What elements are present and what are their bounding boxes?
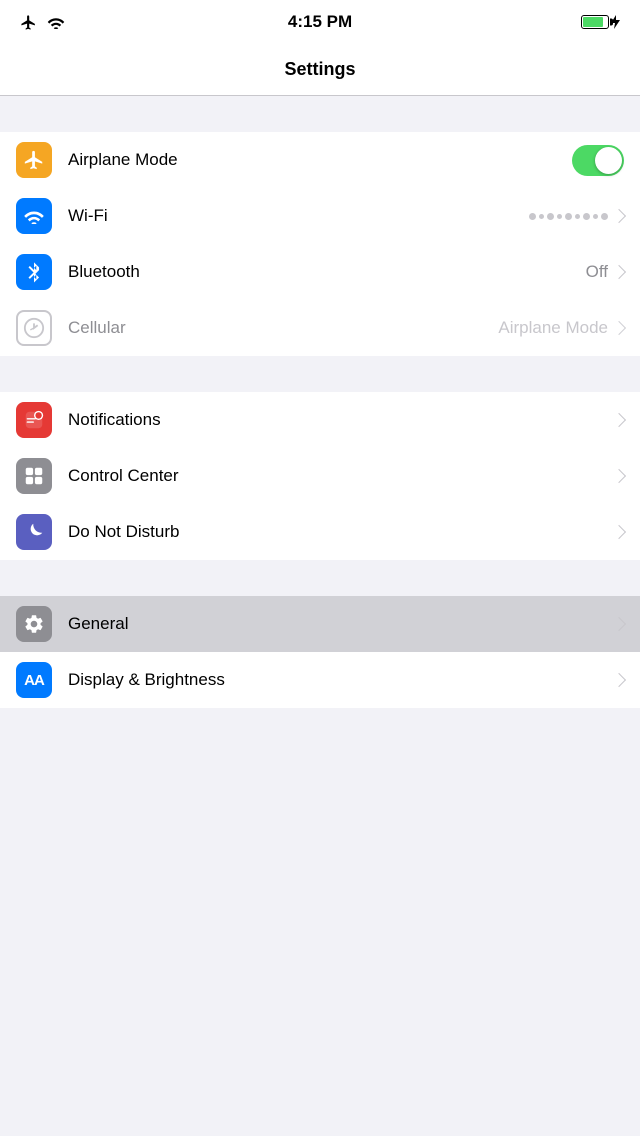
general-label: General bbox=[68, 614, 614, 634]
wifi-dot-8 bbox=[593, 214, 598, 219]
wifi-dot-6 bbox=[575, 214, 580, 219]
airplane-mode-icon-wrap bbox=[16, 142, 52, 178]
wifi-dot-4 bbox=[557, 214, 562, 219]
wifi-label: Wi-Fi bbox=[68, 206, 529, 226]
display-brightness-label: Display & Brightness bbox=[68, 670, 614, 690]
battery-fill bbox=[583, 17, 603, 27]
cellular-icon-wrap bbox=[16, 310, 52, 346]
bluetooth-chevron bbox=[612, 265, 626, 279]
airplane-status-icon bbox=[20, 14, 37, 31]
bluetooth-value: Off bbox=[586, 262, 608, 282]
wifi-icon-wrap bbox=[16, 198, 52, 234]
notifications-label: Notifications bbox=[68, 410, 614, 430]
system-group: Notifications Control Center Do Not Dist… bbox=[0, 392, 640, 560]
wifi-network-dots bbox=[529, 213, 608, 220]
connectivity-group: Airplane Mode Wi-Fi bbox=[0, 132, 640, 356]
gear-icon bbox=[23, 613, 45, 635]
bluetooth-icon-wrap bbox=[16, 254, 52, 290]
aa-icon: AA bbox=[24, 672, 44, 689]
wifi-dot-9 bbox=[601, 213, 608, 220]
settings-item-bluetooth[interactable]: Bluetooth Off bbox=[0, 244, 640, 300]
cellular-chevron bbox=[612, 321, 626, 335]
bluetooth-icon bbox=[25, 261, 43, 283]
status-time: 4:15 PM bbox=[288, 12, 352, 32]
battery-body bbox=[581, 15, 609, 29]
section-spacer-2 bbox=[0, 356, 640, 392]
notifications-chevron bbox=[612, 413, 626, 427]
status-left-icons bbox=[20, 14, 65, 31]
display-brightness-icon-wrap: AA bbox=[16, 662, 52, 698]
wifi-dot-7 bbox=[583, 213, 590, 220]
do-not-disturb-icon bbox=[23, 521, 45, 543]
wifi-dot-5 bbox=[565, 213, 572, 220]
cellular-icon bbox=[23, 317, 45, 339]
do-not-disturb-chevron bbox=[612, 525, 626, 539]
settings-item-do-not-disturb[interactable]: Do Not Disturb bbox=[0, 504, 640, 560]
status-bar: 4:15 PM bbox=[0, 0, 640, 44]
status-right-icons bbox=[581, 15, 620, 29]
wifi-dot-3 bbox=[547, 213, 554, 220]
settings-item-cellular[interactable]: Cellular Airplane Mode bbox=[0, 300, 640, 356]
cellular-label: Cellular bbox=[68, 318, 498, 338]
wifi-chevron bbox=[612, 209, 626, 223]
settings-item-control-center[interactable]: Control Center bbox=[0, 448, 640, 504]
settings-item-general[interactable]: General bbox=[0, 596, 640, 652]
general-chevron bbox=[612, 617, 626, 631]
airplane-icon bbox=[23, 149, 45, 171]
wifi-icon bbox=[23, 208, 45, 224]
control-center-icon bbox=[23, 465, 45, 487]
device-group: General AA Display & Brightness bbox=[0, 596, 640, 708]
bluetooth-label: Bluetooth bbox=[68, 262, 586, 282]
wifi-dot-2 bbox=[539, 214, 544, 219]
do-not-disturb-icon-wrap bbox=[16, 514, 52, 550]
control-center-label: Control Center bbox=[68, 466, 614, 486]
notifications-icon-wrap bbox=[16, 402, 52, 438]
section-spacer-3 bbox=[0, 560, 640, 596]
cellular-value: Airplane Mode bbox=[498, 318, 608, 338]
wifi-status-icon bbox=[47, 15, 65, 29]
page-title: Settings bbox=[284, 59, 355, 80]
section-spacer-1 bbox=[0, 96, 640, 132]
airplane-mode-toggle-knob bbox=[595, 147, 622, 174]
general-icon-wrap bbox=[16, 606, 52, 642]
notifications-icon bbox=[23, 409, 45, 431]
settings-item-airplane-mode[interactable]: Airplane Mode bbox=[0, 132, 640, 188]
display-brightness-chevron bbox=[612, 673, 626, 687]
airplane-mode-toggle[interactable] bbox=[572, 145, 624, 176]
wifi-dot-1 bbox=[529, 213, 536, 220]
control-center-icon-wrap bbox=[16, 458, 52, 494]
settings-item-wifi[interactable]: Wi-Fi bbox=[0, 188, 640, 244]
do-not-disturb-label: Do Not Disturb bbox=[68, 522, 614, 542]
settings-item-display-brightness[interactable]: AA Display & Brightness bbox=[0, 652, 640, 708]
nav-bar: Settings bbox=[0, 44, 640, 96]
settings-item-notifications[interactable]: Notifications bbox=[0, 392, 640, 448]
control-center-chevron bbox=[612, 469, 626, 483]
battery-indicator bbox=[581, 15, 620, 29]
airplane-mode-label: Airplane Mode bbox=[68, 150, 572, 170]
